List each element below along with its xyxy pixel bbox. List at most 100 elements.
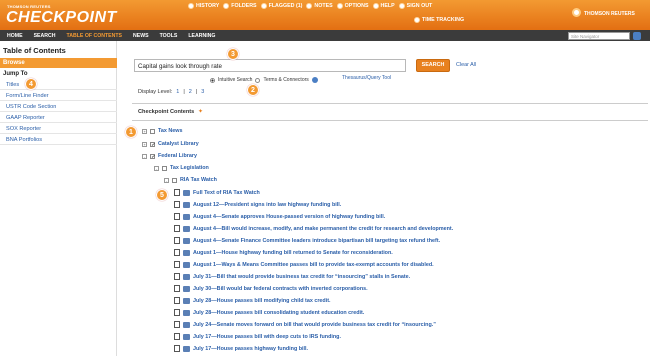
print-icon[interactable] <box>183 345 190 352</box>
document-icon[interactable] <box>174 273 180 280</box>
document-icon[interactable] <box>174 345 180 352</box>
sign-out-link[interactable]: SIGN OUT <box>398 3 432 9</box>
time-tracking-link[interactable]: TIME TRACKING <box>414 17 464 23</box>
document-icon[interactable] <box>174 321 180 328</box>
sidebar-browse[interactable]: Browse <box>0 58 117 68</box>
pin-icon[interactable]: ✦ <box>198 108 203 115</box>
search-button[interactable]: SEARCH <box>416 59 450 72</box>
folders-link[interactable]: FOLDERS <box>223 3 257 9</box>
tree-item-catalyst-library[interactable]: + ✓ Catalyst Library <box>142 141 199 147</box>
search-input[interactable]: Capital gains look through rate <box>134 59 406 72</box>
collapse-icon[interactable]: - <box>164 177 169 183</box>
help-link[interactable]: HELP <box>372 3 395 9</box>
sidebar-item-sox-reporter[interactable]: SOX Reporter <box>0 124 117 134</box>
help-icon[interactable] <box>311 77 318 83</box>
collapse-icon[interactable]: - <box>142 153 147 159</box>
doc-row[interactable]: August 1—Ways & Means Committee passes b… <box>174 261 434 268</box>
display-level-2[interactable]: 2 <box>189 89 192 95</box>
nav-table-of-contents[interactable]: TABLE OF CONTENTS <box>66 33 122 39</box>
doc-row[interactable]: July 30—Bill would bar federal contracts… <box>174 285 368 292</box>
print-icon[interactable] <box>183 309 190 316</box>
document-icon[interactable] <box>174 309 180 316</box>
document-icon[interactable] <box>174 285 180 292</box>
main-nav: HOME SEARCH TABLE OF CONTENTS NEWS TOOLS… <box>0 30 650 41</box>
nav-news[interactable]: NEWS <box>133 33 149 39</box>
sidebar-item-ustr-code-section[interactable]: USTR Code Section <box>0 102 117 112</box>
document-icon[interactable] <box>174 213 180 220</box>
clear-all-link[interactable]: Clear All <box>456 62 476 68</box>
print-icon[interactable] <box>183 273 190 280</box>
nav-tools[interactable]: TOOLS <box>160 33 178 39</box>
tree-checkbox[interactable] <box>172 177 177 183</box>
nav-home[interactable]: HOME <box>7 33 23 39</box>
print-icon[interactable] <box>183 213 190 220</box>
thesaurus-link[interactable]: Thesaurus/Query Tool <box>342 75 391 81</box>
print-icon[interactable] <box>183 201 190 208</box>
doc-row[interactable]: July 24—Senate moves forward on bill tha… <box>174 321 436 328</box>
sidebar-item-form-line-finder[interactable]: Form/Line Finder <box>0 91 117 101</box>
doc-row[interactable]: August 4—Bill would increase, modify, an… <box>174 225 453 232</box>
sidebar-jump-to-heading: Jump To <box>3 71 28 77</box>
flagged-link[interactable]: FLAGGED (1) <box>260 3 302 9</box>
document-icon[interactable] <box>174 189 180 196</box>
site-navigator-go-button[interactable] <box>633 32 641 40</box>
doc-row[interactable]: July 17—House passes highway funding bil… <box>174 345 308 352</box>
doc-row[interactable]: August 4—Senate approves House-passed ve… <box>174 213 385 220</box>
site-navigator-input[interactable]: Site Navigator <box>568 32 630 40</box>
tree-item-ria-tax-watch[interactable]: - RIA Tax Watch <box>164 177 217 183</box>
tree-item-tax-news[interactable]: + Tax News <box>142 128 182 134</box>
sign-out-icon <box>398 3 405 9</box>
tree-checkbox[interactable]: ✓ <box>150 141 155 147</box>
print-icon[interactable] <box>183 297 190 304</box>
print-icon[interactable] <box>183 333 190 340</box>
print-icon[interactable] <box>183 249 190 256</box>
expand-icon[interactable]: + <box>142 141 147 147</box>
display-level-3[interactable]: 3 <box>201 89 204 95</box>
document-icon[interactable] <box>174 225 180 232</box>
document-icon[interactable] <box>174 261 180 268</box>
nav-search[interactable]: SEARCH <box>34 33 56 39</box>
sidebar-item-bna-portfolios[interactable]: BNA Portfolios <box>0 135 117 145</box>
doc-row[interactable]: July 17—House passes bill with deep cuts… <box>174 333 341 340</box>
tree-item-tax-legislation[interactable]: - Tax Legislation <box>154 165 209 171</box>
doc-row[interactable]: August 12—President signs into law highw… <box>174 201 341 208</box>
divider <box>132 120 648 121</box>
document-icon[interactable] <box>174 237 180 244</box>
document-icon[interactable] <box>174 333 180 340</box>
tree-item-federal-library[interactable]: - ✓ Federal Library <box>142 153 197 159</box>
display-level-1[interactable]: 1 <box>176 89 179 95</box>
doc-row[interactable]: July 31—Bill that would provide business… <box>174 273 410 280</box>
callout-badge-3: 3 <box>227 48 239 60</box>
expand-icon[interactable]: + <box>142 128 147 134</box>
print-icon[interactable] <box>183 189 190 196</box>
print-icon[interactable] <box>183 321 190 328</box>
tree-checkbox[interactable] <box>150 128 155 134</box>
collapse-icon[interactable]: - <box>154 165 159 171</box>
print-icon[interactable] <box>183 285 190 292</box>
options-link[interactable]: OPTIONS <box>336 3 369 9</box>
print-icon[interactable] <box>183 261 190 268</box>
print-icon[interactable] <box>183 225 190 232</box>
history-link[interactable]: HISTORY <box>188 3 219 9</box>
doc-row[interactable]: July 28—House passes bill consolidating … <box>174 309 364 316</box>
callout-badge-1: 1 <box>125 126 137 138</box>
doc-row[interactable]: Full Text of RIA Tax Watch <box>174 189 260 196</box>
gear-icon <box>336 3 343 9</box>
tree-checkbox[interactable] <box>162 165 167 171</box>
doc-row[interactable]: July 28—House passes bill modifying chil… <box>174 297 331 304</box>
notes-link[interactable]: NOTES <box>306 3 333 9</box>
sidebar-item-gaap-reporter[interactable]: GAAP Reporter <box>0 113 117 123</box>
nav-learning[interactable]: LEARNING <box>188 33 215 39</box>
tree-checkbox[interactable]: ✓ <box>150 153 155 159</box>
print-icon[interactable] <box>183 237 190 244</box>
document-icon[interactable] <box>174 249 180 256</box>
sidebar-item-titles[interactable]: Titles <box>0 80 117 90</box>
sidebar: Table of Contents Browse Jump To Titles … <box>0 41 117 356</box>
doc-row[interactable]: August 4—Senate Finance Committee leader… <box>174 237 440 244</box>
doc-row[interactable]: August 1—House highway funding bill retu… <box>174 249 393 256</box>
document-icon[interactable] <box>174 201 180 208</box>
intuitive-search-radio[interactable] <box>210 77 215 83</box>
document-icon[interactable] <box>174 297 180 304</box>
brand-logo[interactable]: CHECKPOINT <box>6 9 117 27</box>
terms-connectors-radio[interactable] <box>255 77 261 83</box>
